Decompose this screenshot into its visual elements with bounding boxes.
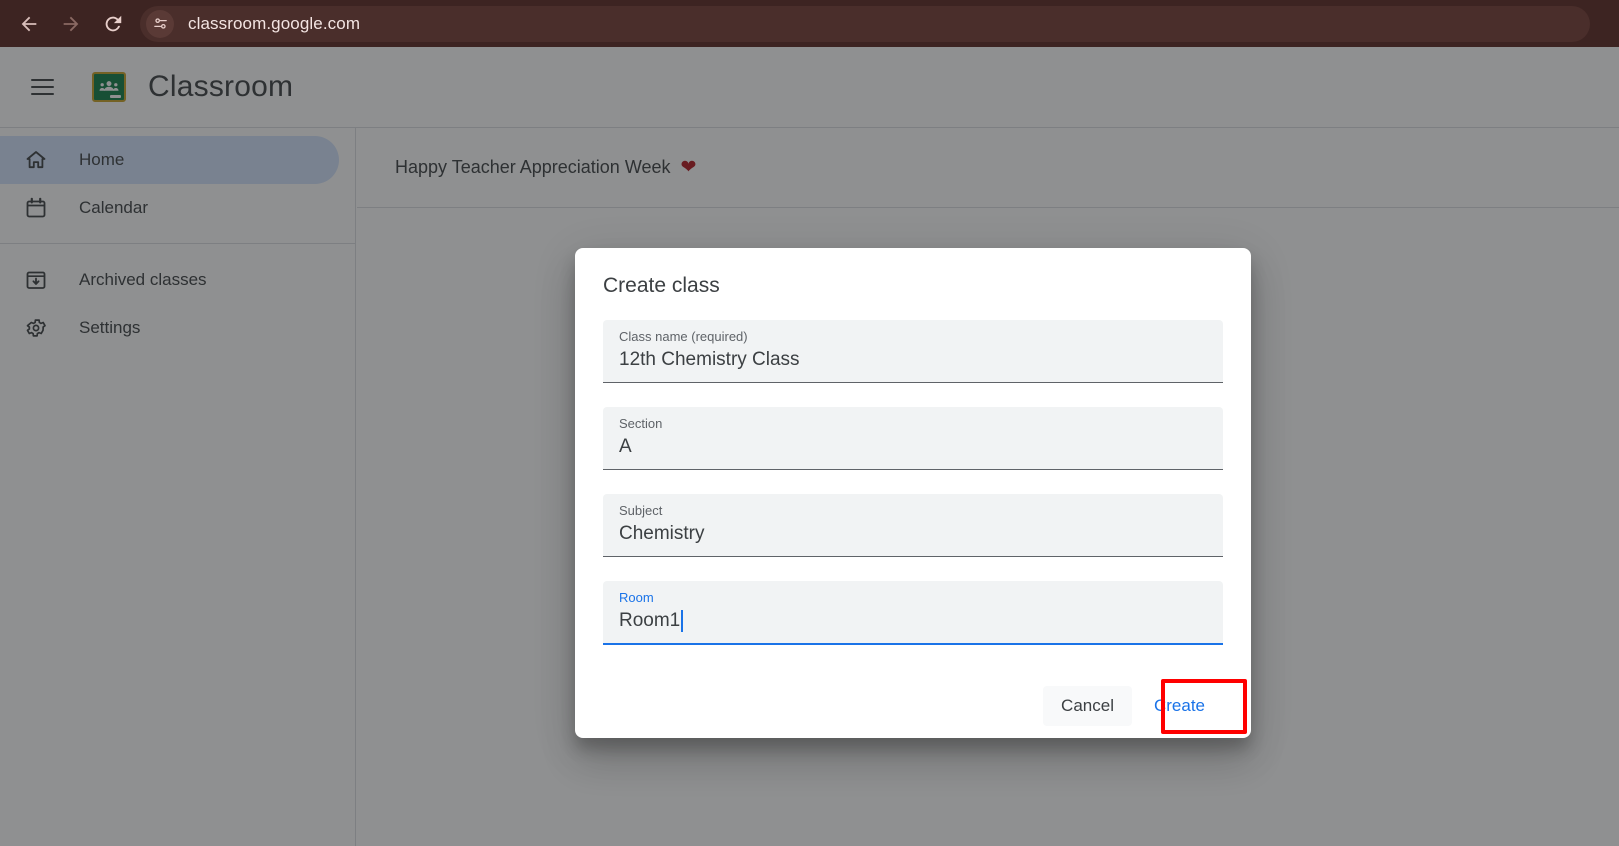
arrow-left-icon: [21, 16, 37, 31]
tune-sliders-icon: [153, 18, 167, 29]
address-bar[interactable]: classroom.google.com: [140, 5, 1590, 42]
browser-toolbar: classroom.google.com: [0, 0, 1619, 47]
back-button[interactable]: [8, 3, 50, 45]
field-label: Subject: [619, 503, 663, 518]
field-value: 12th Chemistry Class: [619, 349, 800, 370]
section-field[interactable]: Section A: [603, 407, 1223, 470]
room-field[interactable]: Room Room1: [603, 581, 1223, 645]
field-label: Class name (required): [619, 329, 748, 344]
field-label: Room: [619, 590, 654, 605]
text-caret: [681, 610, 683, 632]
class-name-field[interactable]: Class name (required) 12th Chemistry Cla…: [603, 320, 1223, 383]
reload-icon: [105, 15, 122, 31]
create-button[interactable]: Create: [1136, 686, 1223, 726]
cancel-button[interactable]: Cancel: [1043, 686, 1132, 726]
arrow-right-icon: [63, 16, 79, 31]
forward-button[interactable]: [50, 3, 92, 45]
field-label: Section: [619, 416, 663, 431]
field-value: Room1: [619, 610, 681, 631]
field-value-row: Room1: [619, 606, 1207, 636]
site-settings-button[interactable]: [146, 9, 174, 38]
field-value: Chemistry: [619, 523, 705, 544]
field-value: A: [619, 436, 632, 457]
create-class-dialog: Create class Class name (required) 12th …: [575, 248, 1251, 738]
dialog-title: Create class: [603, 274, 720, 297]
reload-button[interactable]: [92, 3, 134, 45]
url-text: classroom.google.com: [188, 13, 361, 33]
subject-field[interactable]: Subject Chemistry: [603, 494, 1223, 557]
dialog-actions: Cancel Create: [1043, 686, 1223, 726]
